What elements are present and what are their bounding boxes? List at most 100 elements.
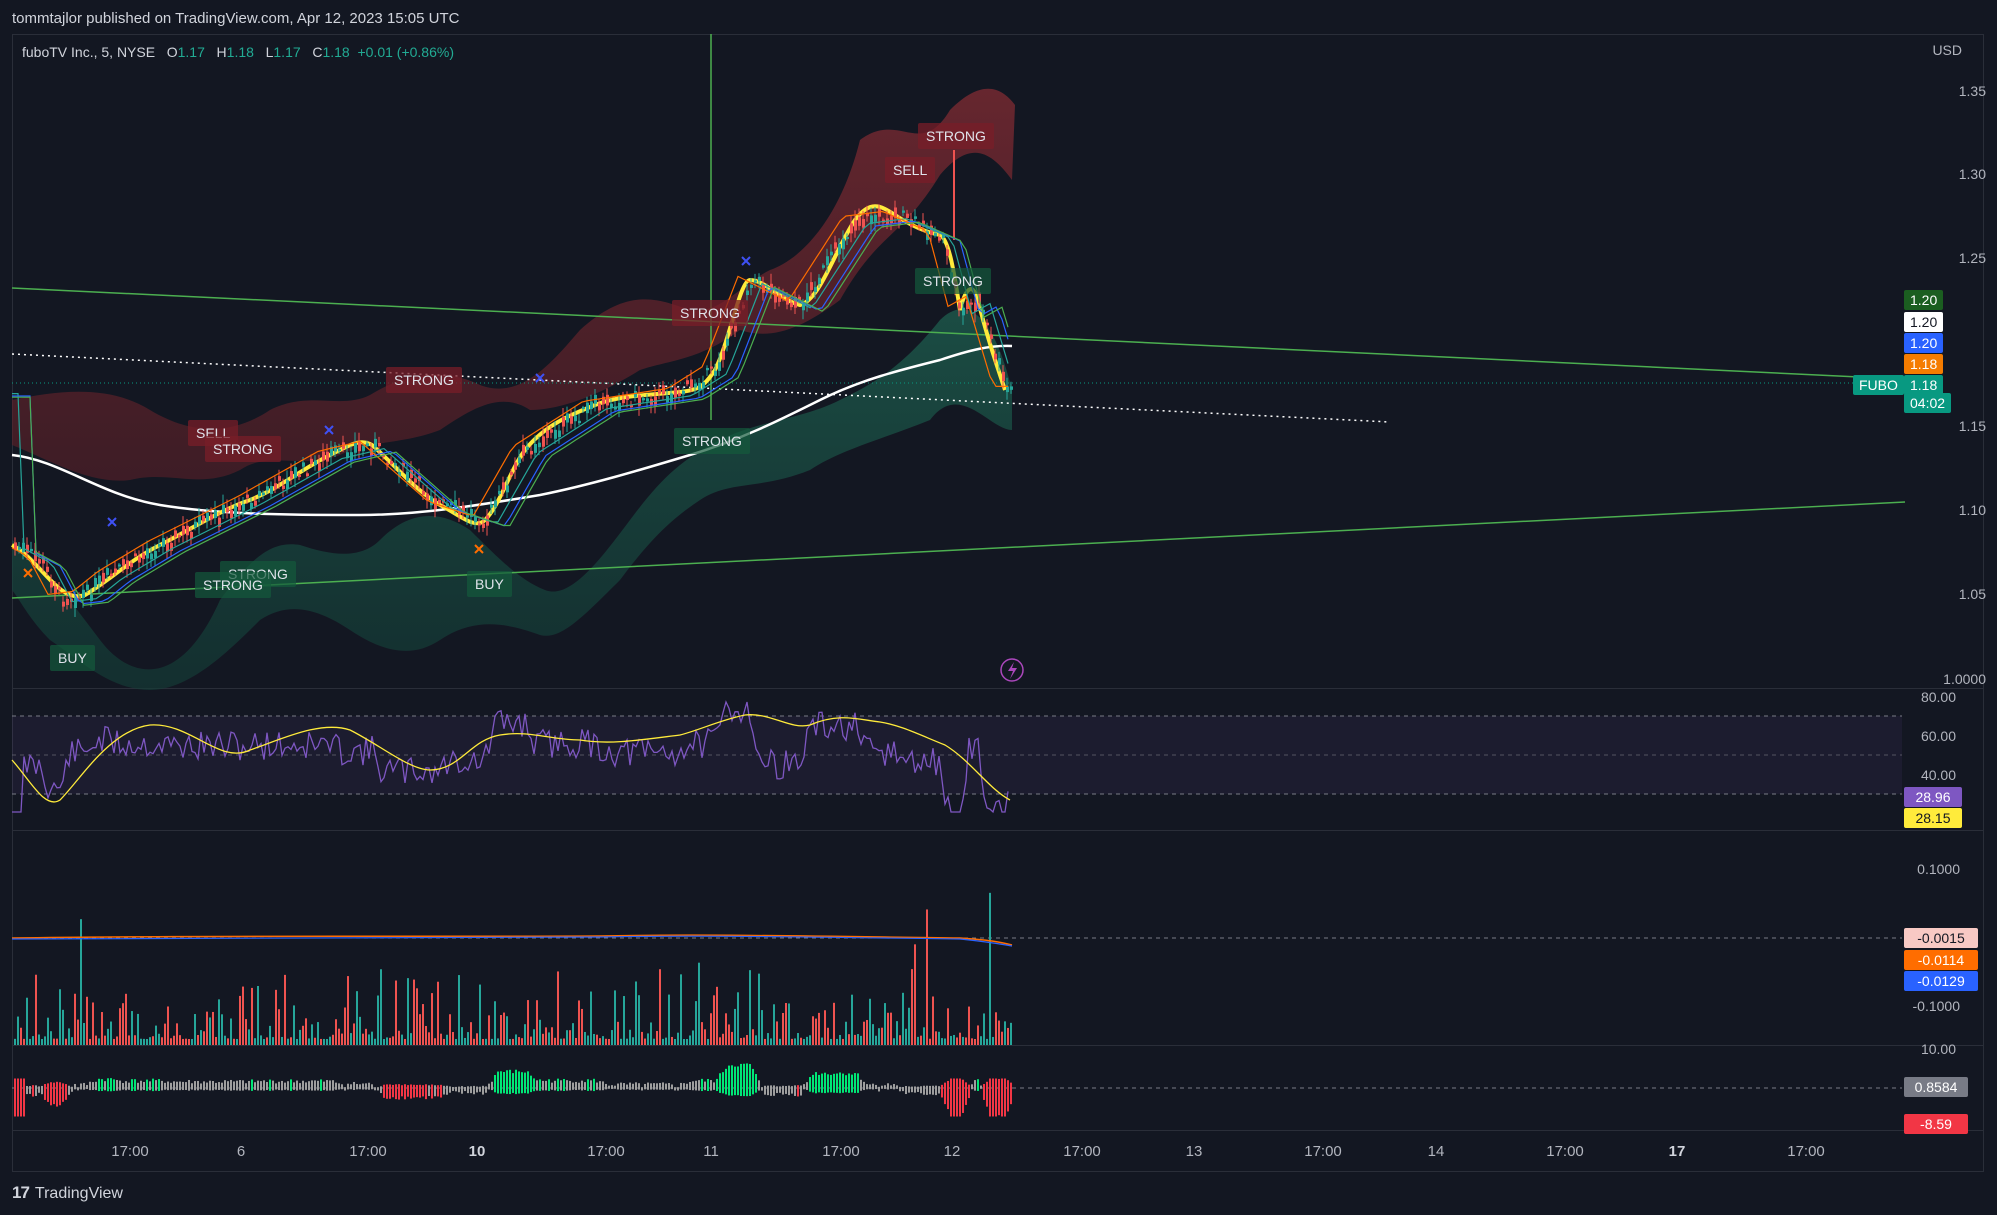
volume-bar [248, 1029, 250, 1045]
volume-bar [680, 974, 682, 1045]
high-value: 1.18 [226, 44, 254, 60]
osc-bar [224, 1080, 226, 1091]
volume-bar [1010, 1022, 1012, 1045]
volume-bar [560, 1038, 562, 1045]
volume-bar [998, 1020, 1000, 1045]
osc-bar [203, 1081, 205, 1091]
osc-bar [758, 1080, 760, 1091]
volume-bar [53, 1038, 55, 1045]
volume-bar [311, 1024, 313, 1045]
osc-bar [626, 1084, 628, 1090]
signal-label: BUY [467, 571, 512, 597]
volume-bar [893, 1038, 895, 1045]
osc-bar [266, 1082, 268, 1090]
osc-bar [455, 1086, 457, 1092]
osc-bar [341, 1084, 343, 1090]
volume-bar [992, 1036, 994, 1045]
last-price-tag: 1.18 [1904, 375, 1944, 395]
osc-bar [14, 1078, 16, 1117]
candle [258, 483, 261, 503]
osc-bar [512, 1073, 514, 1093]
volume-bar [371, 1031, 373, 1045]
osc-bar [632, 1083, 634, 1090]
volume-bar [818, 1012, 820, 1045]
candlestick-series[interactable] [14, 150, 1013, 618]
volume-bar [320, 1038, 322, 1045]
osc-bar [767, 1085, 769, 1096]
volume-bar [23, 1038, 25, 1045]
volume-bar [527, 1000, 529, 1045]
volume-bar [878, 1028, 880, 1045]
volume-bar [302, 1025, 304, 1045]
osc-bar [221, 1082, 223, 1090]
osc-bar [554, 1080, 556, 1091]
osc-bar [587, 1079, 589, 1091]
osc-bar [110, 1078, 112, 1092]
volume-bar [332, 1034, 334, 1045]
macd-tag-3: -0.0129 [1904, 971, 1978, 991]
osc-bar [851, 1074, 853, 1093]
volume-bar [809, 1035, 811, 1045]
candle [670, 383, 673, 410]
osc-bar [761, 1087, 763, 1091]
volume-bar [470, 1022, 472, 1045]
osc-bar [74, 1083, 76, 1090]
volume-bar [626, 1038, 628, 1045]
volume-bar [428, 1032, 430, 1045]
volume-bar [548, 1032, 550, 1045]
volume-bar [533, 1029, 535, 1045]
osc-bar [419, 1084, 421, 1098]
candle [234, 498, 237, 524]
osc-bar [158, 1079, 160, 1091]
osc-bar [344, 1087, 346, 1091]
osc-bar [314, 1080, 316, 1091]
volume-bar [566, 1030, 568, 1045]
osc-bar [824, 1072, 826, 1094]
volume-bar [185, 1038, 187, 1045]
volume-bar [458, 975, 460, 1045]
macd-line [11, 934, 1013, 946]
volume-bar [761, 1010, 763, 1045]
osc-bar [566, 1080, 568, 1091]
volume-bar [44, 1036, 46, 1045]
osc-bar [956, 1078, 958, 1117]
volume-bar [413, 979, 415, 1045]
volume-bar [650, 1022, 652, 1045]
osc-bar [263, 1080, 265, 1091]
bar-countdown-tag: 04:02 [1904, 393, 1952, 413]
osc-bar [200, 1083, 202, 1090]
symbol-name[interactable]: fuboTV Inc., 5, NYSE [22, 44, 155, 60]
macd-tick: 0.1000 [1917, 861, 1960, 877]
volume-bar [959, 1032, 961, 1045]
volume-bar [686, 1038, 688, 1045]
volume-bar [731, 1031, 733, 1045]
osc-bar [854, 1073, 856, 1093]
osc-bar [254, 1082, 256, 1090]
osc-bar [296, 1080, 298, 1091]
volume-bar [137, 1013, 139, 1045]
lightning-icon[interactable] [1000, 658, 1024, 682]
osc-bar [992, 1078, 994, 1117]
macd-signal [11, 935, 1013, 947]
volume-bar [965, 1037, 967, 1045]
volume-bar [266, 1037, 268, 1045]
volume-bar [56, 1038, 58, 1045]
volume-bar [962, 1036, 964, 1045]
price-chart[interactable] [0, 0, 1997, 1215]
volume-bar [668, 994, 670, 1045]
volume-bar [728, 1024, 730, 1045]
time-tick: 17:00 [349, 1143, 387, 1160]
volume-bar [890, 1012, 892, 1045]
symbol-legend[interactable]: fuboTV Inc., 5, NYSE O1.17 H1.18 L1.17 C… [22, 44, 454, 60]
osc-bar [152, 1078, 154, 1092]
osc-bar [866, 1084, 868, 1090]
osc-bar [509, 1069, 511, 1095]
osc-bar [728, 1065, 730, 1096]
osc-bar [449, 1086, 451, 1093]
osc-bar [359, 1084, 361, 1090]
volume-bar [839, 1034, 841, 1045]
osc-bar [284, 1082, 286, 1090]
signal-label: STRONG [918, 123, 994, 149]
osc-bar [662, 1082, 664, 1090]
tradingview-logo[interactable]: 17 TradingView [12, 1183, 123, 1203]
